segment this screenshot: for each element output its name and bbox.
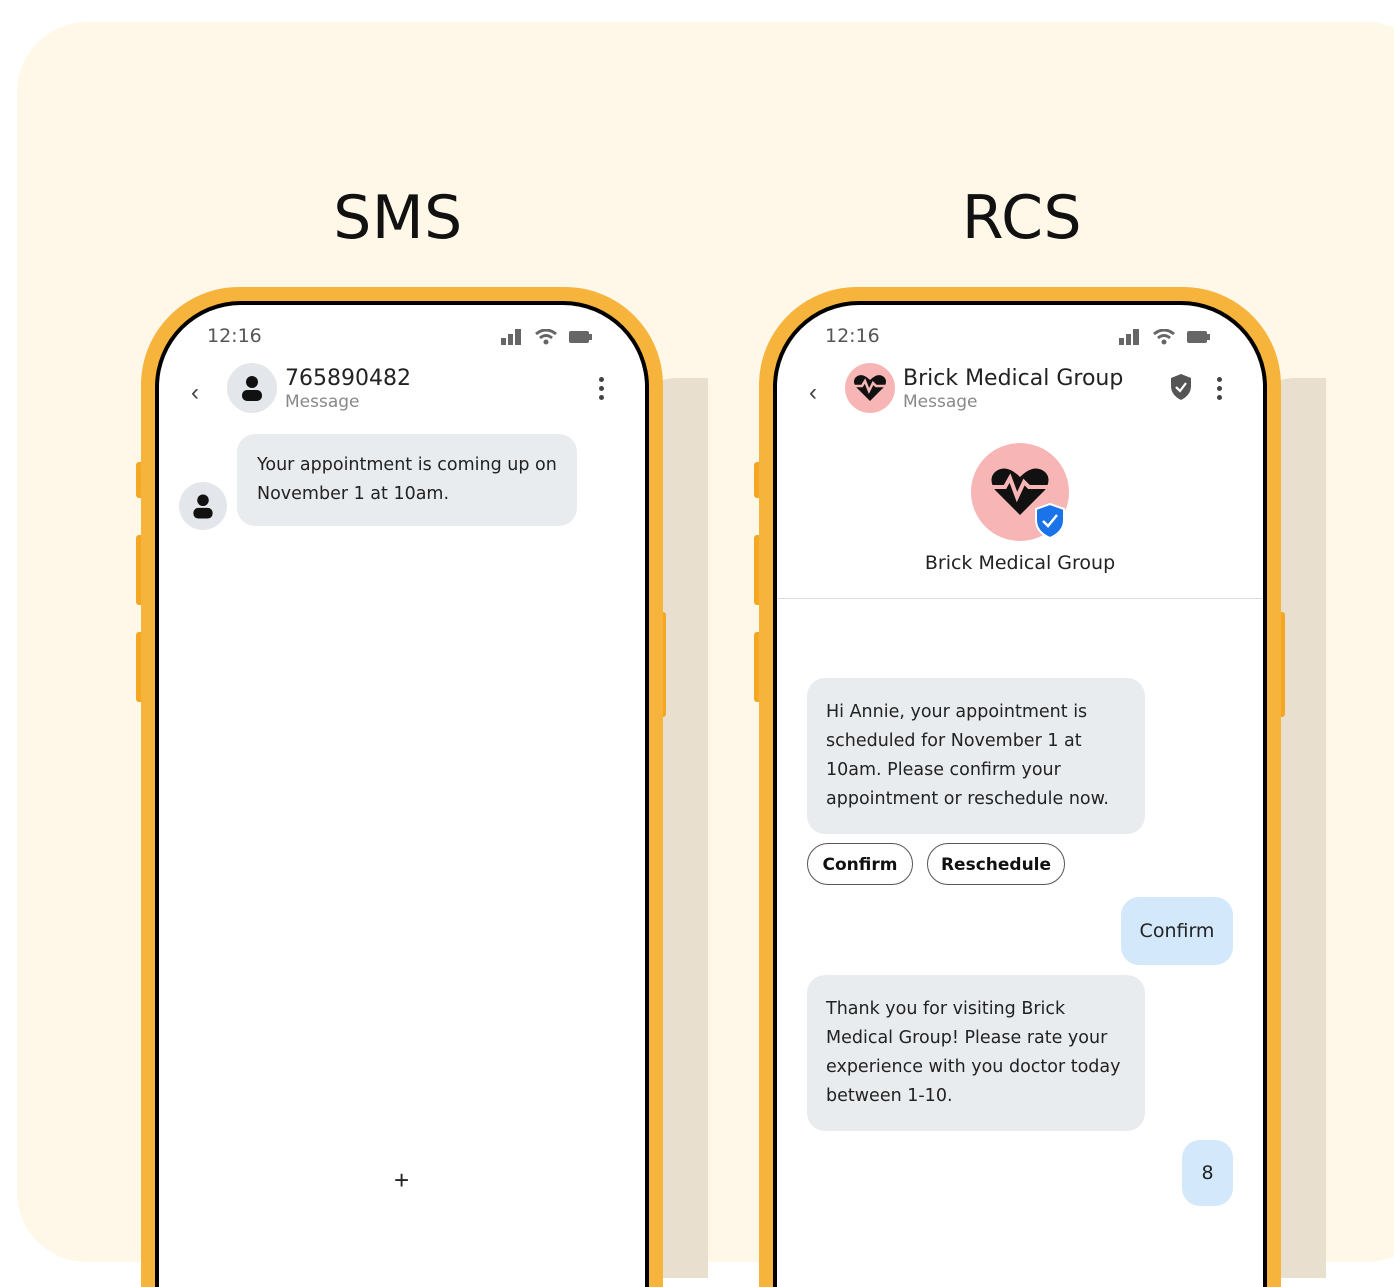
back-chevron-icon[interactable]: ‹	[191, 379, 199, 407]
sms-screen: 12:16 ‹ 765890482 Message Your appointme…	[159, 305, 645, 1287]
contact-avatar[interactable]	[227, 363, 277, 413]
conversation-header: ‹ Brick Medical Group Message	[777, 363, 1263, 427]
contact-subtitle: Message	[285, 392, 360, 412]
contact-subtitle: Message	[903, 392, 978, 412]
signal-icon	[501, 329, 521, 345]
signal-icon	[1119, 329, 1139, 345]
contact-name: 765890482	[285, 366, 411, 391]
status-bar: 12:16	[825, 325, 1211, 349]
sms-message-bubble: Your appointment is coming up on Novembe…	[237, 434, 577, 526]
sms-heading: SMS	[333, 183, 463, 253]
conversation-header: ‹ 765890482 Message	[159, 363, 645, 427]
more-vert-icon[interactable]	[599, 377, 605, 404]
rcs-phone: 12:16 ‹ Brick Medical Group Message Bric…	[759, 287, 1281, 1287]
brand-avatar[interactable]	[845, 363, 895, 413]
verified-shield-icon[interactable]	[1169, 373, 1193, 401]
person-icon	[193, 494, 213, 519]
brand-profile-avatar	[971, 443, 1069, 541]
battery-icon	[1187, 331, 1210, 343]
status-time: 12:16	[825, 325, 880, 347]
rcs-heading: RCS	[961, 183, 1083, 253]
back-chevron-icon[interactable]: ‹	[809, 379, 817, 407]
wifi-icon	[535, 329, 557, 345]
person-icon	[242, 376, 262, 401]
contact-name: Brick Medical Group	[903, 366, 1124, 391]
confirm-chip-button[interactable]: Confirm	[807, 843, 913, 885]
outgoing-reply-bubble: Confirm	[1121, 897, 1233, 965]
heart-pulse-icon	[854, 375, 886, 401]
brand-profile-name: Brick Medical Group	[924, 552, 1116, 574]
status-bar: 12:16	[207, 325, 593, 349]
verified-badge-icon	[1035, 503, 1065, 539]
outgoing-reply-bubble: 8	[1182, 1140, 1233, 1206]
divider	[777, 598, 1263, 599]
rcs-message-bubble: Thank you for visiting Brick Medical Gro…	[807, 975, 1145, 1131]
battery-icon	[569, 331, 592, 343]
sender-avatar	[179, 482, 227, 530]
sms-phone: 12:16 ‹ 765890482 Message Your appointme…	[141, 287, 663, 1287]
plus-icon[interactable]: +	[394, 1165, 409, 1196]
reschedule-chip-button[interactable]: Reschedule	[927, 843, 1065, 885]
wifi-icon	[1153, 329, 1175, 345]
more-vert-icon[interactable]	[1217, 377, 1223, 404]
rcs-message-bubble: Hi Annie, your appointment is scheduled …	[807, 678, 1145, 834]
status-time: 12:16	[207, 325, 262, 347]
rcs-screen: 12:16 ‹ Brick Medical Group Message Bric…	[777, 305, 1263, 1287]
